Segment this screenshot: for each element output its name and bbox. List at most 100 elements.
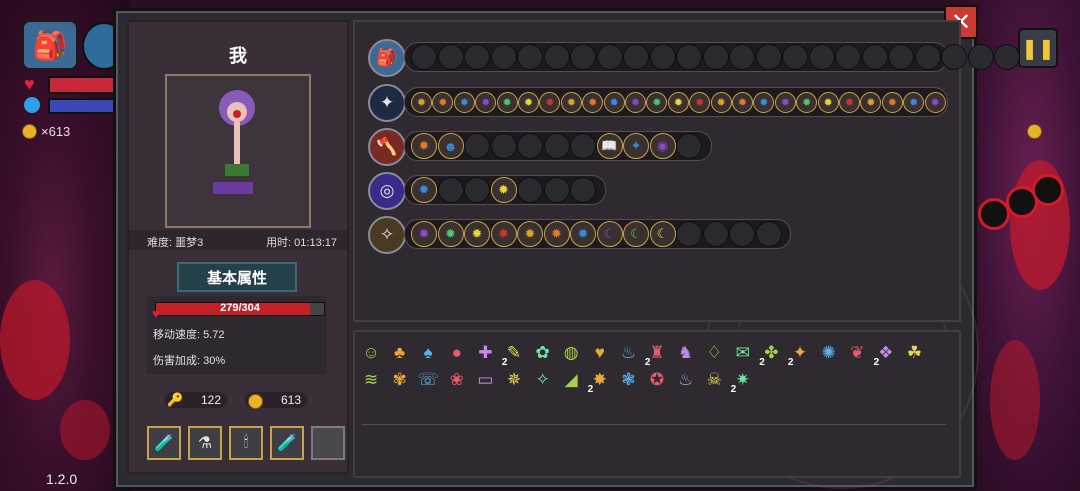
upgrade-slot[interactable]: ✹ bbox=[453, 92, 475, 113]
pause-button[interactable]: ❚❚ bbox=[1018, 28, 1058, 68]
upgrade-slot[interactable] bbox=[808, 44, 835, 70]
potion-slot[interactable]: 🧪 bbox=[270, 426, 304, 460]
passive-item[interactable]: ♜ bbox=[644, 340, 670, 366]
upgrade-slot[interactable]: ☾ bbox=[596, 221, 623, 247]
upgrade-slot[interactable]: ✹ bbox=[710, 92, 732, 113]
passive-item[interactable]: ✵ bbox=[501, 367, 527, 393]
upgrade-slot[interactable] bbox=[517, 133, 543, 159]
upgrade-slot[interactable]: ✹ bbox=[518, 92, 539, 113]
upgrade-slot[interactable] bbox=[437, 177, 464, 203]
upgrade-slot[interactable] bbox=[543, 177, 570, 203]
upgrade-slot[interactable]: ✹ bbox=[774, 92, 796, 113]
upgrade-slot[interactable]: ✹ bbox=[432, 92, 454, 113]
upgrade-slot[interactable] bbox=[623, 44, 649, 70]
upgrade-slot[interactable]: ✹ bbox=[560, 92, 582, 113]
upgrade-slot[interactable]: ✹ bbox=[464, 221, 490, 247]
upgrade-slot[interactable]: ✹ bbox=[411, 177, 437, 203]
passive-item[interactable]: ♢ bbox=[701, 340, 727, 366]
upgrade-slot[interactable]: ✹ bbox=[753, 92, 775, 113]
upgrade-slot[interactable] bbox=[676, 44, 702, 70]
upgrade-slot[interactable] bbox=[437, 44, 464, 70]
enemy[interactable] bbox=[1032, 174, 1064, 206]
upgrade-slot[interactable]: ✹ bbox=[490, 177, 517, 203]
upgrade-slot[interactable] bbox=[517, 44, 543, 70]
passive-item[interactable]: ▭ bbox=[472, 367, 498, 393]
passive-item[interactable]: ✿ bbox=[530, 340, 556, 366]
upgrade-slot[interactable]: ✹ bbox=[689, 92, 711, 113]
passive-item[interactable]: ✉ 2 bbox=[730, 340, 765, 368]
upgrade-slot[interactable]: ☾ bbox=[649, 221, 676, 247]
upgrade-slot[interactable]: ✹ bbox=[646, 92, 668, 113]
passive-item[interactable]: ✷ bbox=[730, 367, 756, 393]
upgrade-slot[interactable] bbox=[994, 44, 1020, 70]
upgrade-slot[interactable] bbox=[676, 221, 702, 247]
upgrade-slot[interactable]: ✹ bbox=[667, 92, 689, 113]
passive-item[interactable]: ☠ 2 bbox=[701, 367, 737, 395]
upgrade-slot[interactable]: ✹ bbox=[903, 92, 925, 113]
potion-slot[interactable]: ⚗ bbox=[188, 426, 222, 460]
upgrade-slot[interactable]: ✦ bbox=[623, 133, 649, 159]
weapon-icon[interactable]: ◎ bbox=[368, 172, 406, 210]
upgrade-slot[interactable] bbox=[464, 133, 490, 159]
upgrade-slot[interactable]: ☾ bbox=[623, 221, 649, 247]
upgrade-slot[interactable] bbox=[782, 44, 808, 70]
upgrade-slot[interactable]: ✹ bbox=[796, 92, 818, 113]
upgrade-slot[interactable]: ✹ bbox=[817, 92, 839, 113]
upgrade-slot[interactable] bbox=[861, 44, 888, 70]
passive-item[interactable]: ♞ bbox=[673, 340, 699, 366]
passive-item[interactable]: ♣ bbox=[387, 340, 413, 366]
upgrade-slot[interactable] bbox=[464, 177, 490, 203]
passive-item[interactable]: ♨ 2 bbox=[615, 340, 651, 368]
upgrade-slot[interactable]: ✹ bbox=[475, 92, 497, 113]
upgrade-slot[interactable]: ◉ bbox=[649, 133, 676, 159]
upgrade-slot[interactable]: 📖 bbox=[596, 133, 623, 159]
upgrade-slot[interactable] bbox=[702, 221, 729, 247]
upgrade-slot[interactable] bbox=[835, 44, 861, 70]
upgrade-slot[interactable] bbox=[941, 44, 967, 70]
upgrade-slot[interactable] bbox=[517, 177, 543, 203]
passive-item[interactable]: ≋ bbox=[358, 367, 384, 393]
passive-item[interactable]: ✸ bbox=[587, 367, 613, 393]
upgrade-slot[interactable]: ✹ bbox=[411, 221, 437, 247]
backpack-icon[interactable]: 🎒 bbox=[22, 20, 78, 70]
passive-item[interactable]: ✤ 2 bbox=[758, 340, 793, 368]
potion-slot[interactable]: 🧪 bbox=[147, 426, 181, 460]
upgrade-slot[interactable] bbox=[543, 133, 570, 159]
upgrade-slot[interactable] bbox=[649, 44, 676, 70]
upgrade-slot[interactable] bbox=[570, 133, 596, 159]
weapon-icon[interactable]: 🎒 bbox=[368, 39, 406, 77]
passive-item[interactable]: ♨ bbox=[673, 367, 699, 393]
upgrade-slot[interactable]: ✹ bbox=[570, 221, 596, 247]
upgrade-slot[interactable]: ✹ bbox=[582, 92, 604, 113]
passive-item[interactable]: ❀ bbox=[444, 367, 470, 393]
upgrade-slot[interactable]: ✹ bbox=[881, 92, 903, 113]
upgrade-slot[interactable] bbox=[411, 44, 437, 70]
upgrade-slot[interactable]: ☻ bbox=[437, 133, 464, 159]
upgrade-slot[interactable] bbox=[490, 133, 517, 159]
upgrade-slot[interactable]: ✹ bbox=[732, 92, 753, 113]
upgrade-slot[interactable]: ✹ bbox=[490, 221, 517, 247]
upgrade-slot[interactable]: ✹ bbox=[411, 92, 432, 113]
upgrade-slot[interactable]: ✹ bbox=[603, 92, 625, 113]
passive-item[interactable]: ☺ bbox=[358, 340, 384, 366]
upgrade-slot[interactable] bbox=[755, 221, 782, 247]
weapon-icon[interactable]: ✧ bbox=[368, 216, 406, 254]
upgrade-slot[interactable] bbox=[570, 177, 596, 203]
passive-item[interactable]: ☏ bbox=[415, 367, 441, 393]
passive-item[interactable]: ✎ bbox=[501, 340, 527, 366]
weapon-icon[interactable]: 🪓 bbox=[368, 128, 406, 166]
upgrade-slot[interactable] bbox=[596, 44, 623, 70]
upgrade-slot[interactable]: ✹ bbox=[539, 92, 561, 113]
passive-item[interactable]: ❖ bbox=[873, 340, 899, 366]
passive-item[interactable]: ♠ bbox=[415, 340, 441, 366]
upgrade-slot[interactable] bbox=[676, 133, 702, 159]
upgrade-slot[interactable] bbox=[755, 44, 782, 70]
passive-item[interactable]: ✾ bbox=[387, 367, 413, 393]
potion-slot[interactable]: 🕯 bbox=[229, 426, 263, 460]
upgrade-slot[interactable]: ✹ bbox=[924, 92, 946, 113]
passive-item[interactable]: ◢ 2 bbox=[558, 367, 594, 395]
passive-item[interactable]: ✦ bbox=[787, 340, 813, 366]
passive-item[interactable]: ❃ bbox=[615, 367, 641, 393]
passive-item[interactable]: ✚ 2 bbox=[472, 340, 507, 368]
passive-item[interactable]: ✧ bbox=[530, 367, 556, 393]
